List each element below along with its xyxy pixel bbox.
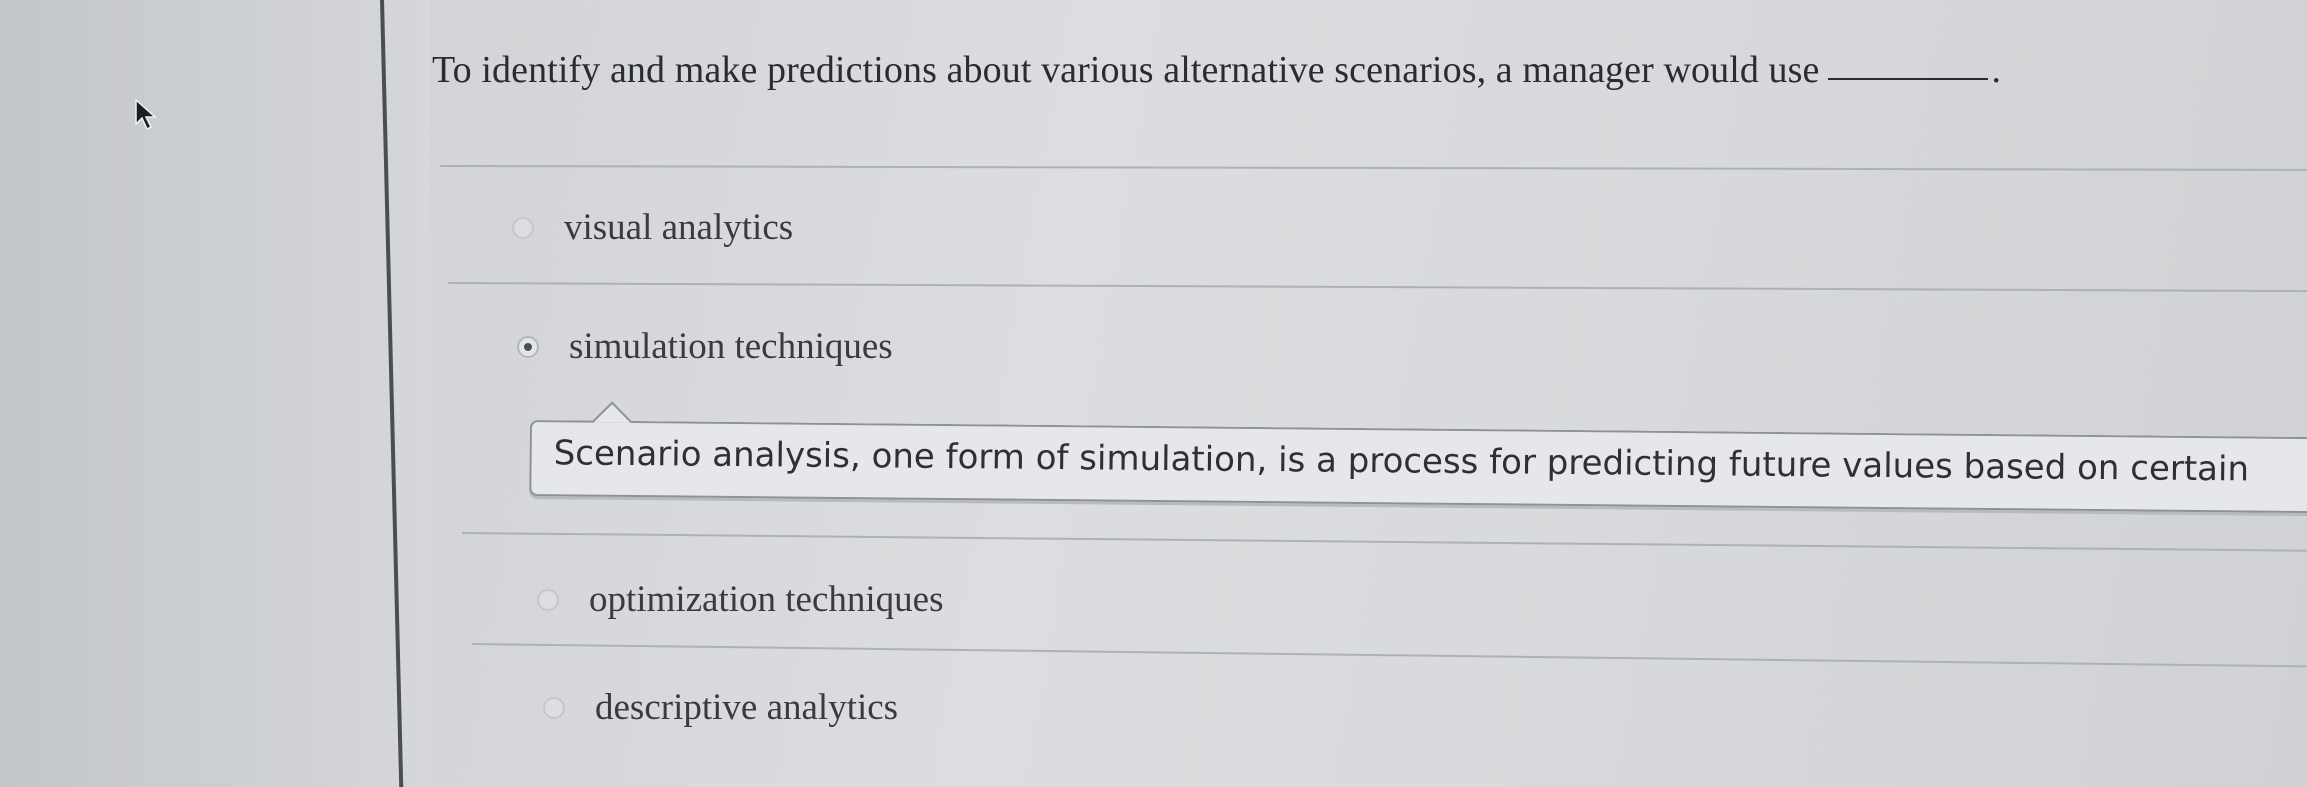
radio-dot [524,342,532,351]
radio-button-icon[interactable] [537,588,559,611]
divider-option-2 [461,532,2307,552]
mouse-pointer-icon [135,98,157,131]
answer-blank [1827,78,1988,80]
option-label: simulation techniques [569,326,893,367]
option-label: visual analytics [564,207,794,248]
feedback-box: Scenario analysis, one form of simulatio… [529,401,2307,514]
left-gutter [0,0,430,787]
divider-option-3 [471,643,2307,668]
option-visual-analytics[interactable]: visual analytics [512,206,793,249]
feedback-text: Scenario analysis, one form of simulatio… [553,433,2250,490]
divider-option-1 [447,282,2307,293]
radio-button-icon[interactable] [512,216,534,239]
divider-top [439,165,2307,171]
question-prompt: To identify and make predictions about v… [432,48,2001,92]
feedback-pointer [591,401,633,423]
radio-button-icon[interactable] [543,696,565,719]
radio-button-selected-icon[interactable] [517,335,539,358]
option-simulation-techniques[interactable]: simulation techniques [517,325,893,368]
option-optimization-techniques[interactable]: optimization techniques [537,578,944,621]
question-text: To identify and make predictions about v… [432,49,1820,91]
option-label: descriptive analytics [595,687,899,728]
question-end-punct: . [1991,49,2002,91]
option-descriptive-analytics[interactable]: descriptive analytics [543,686,898,729]
option-label: optimization techniques [589,579,944,620]
